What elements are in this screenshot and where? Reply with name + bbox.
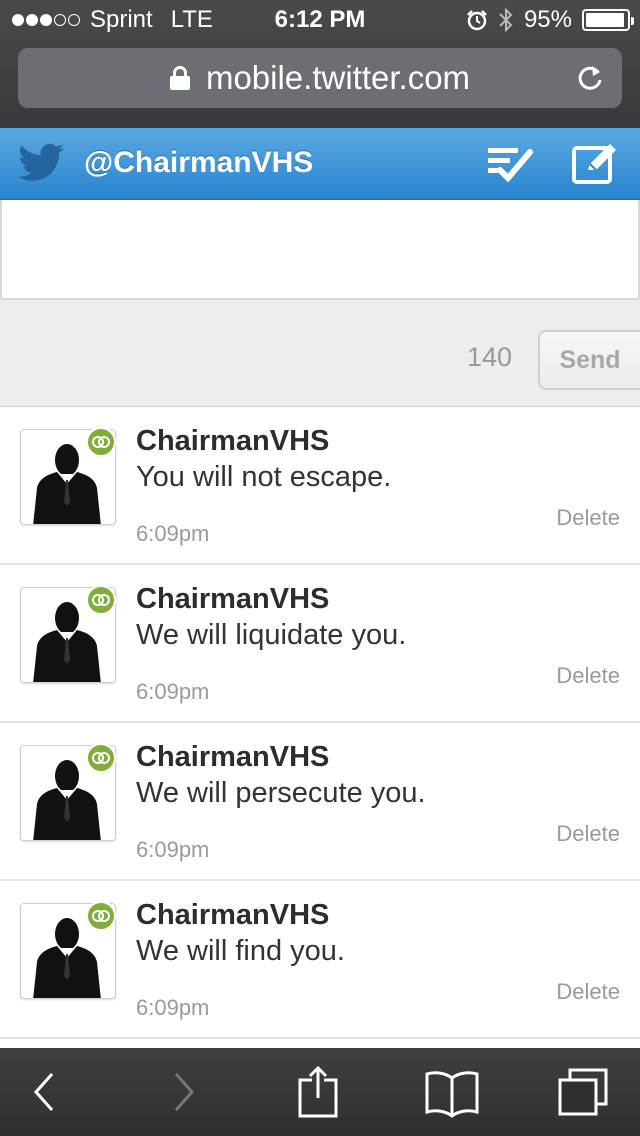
message-sender[interactable]: ChairmanVHS xyxy=(136,899,329,932)
character-count: 140 xyxy=(466,342,512,372)
tabs-icon[interactable] xyxy=(556,1066,612,1118)
delete-link[interactable]: Delete xyxy=(556,663,620,689)
verified-badge-icon xyxy=(86,901,116,931)
message-time: 6:09pm xyxy=(136,995,210,1020)
verified-badge-icon xyxy=(86,427,116,457)
delete-link[interactable]: Delete xyxy=(556,821,620,847)
message-sender[interactable]: ChairmanVHS xyxy=(136,741,329,774)
alarm-icon xyxy=(467,10,487,31)
message-input[interactable] xyxy=(0,200,640,300)
battery-percent: 95% xyxy=(523,6,572,33)
status-right: 95% xyxy=(466,6,634,34)
verified-badge-icon xyxy=(86,743,116,773)
message-text: We will persecute you. xyxy=(136,777,426,809)
bluetooth-icon xyxy=(499,7,513,33)
browser-toolbar xyxy=(0,1048,640,1136)
message-row[interactable]: ChairmanVHS We will find you. 6:09pm Delete xyxy=(0,881,640,1039)
compose-area: 140 Send xyxy=(0,200,640,407)
twitter-header: @ChairmanVHS xyxy=(0,128,640,200)
twitter-bird-icon[interactable] xyxy=(18,142,66,184)
delete-link[interactable]: Delete xyxy=(556,505,620,531)
message-list: ChairmanVHS You will not escape. 6:09pm Del… xyxy=(0,407,640,1039)
back-icon[interactable] xyxy=(28,1066,60,1118)
account-handle[interactable]: @ChairmanVHS xyxy=(84,146,313,180)
message-time: 6:09pm xyxy=(136,837,210,862)
message-text: We will liquidate you. xyxy=(136,619,407,651)
message-sender[interactable]: ChairmanVHS xyxy=(136,583,329,616)
share-icon[interactable] xyxy=(296,1066,340,1118)
check-list-icon[interactable] xyxy=(486,144,534,184)
lock-icon xyxy=(169,66,190,90)
message-row[interactable]: ChairmanVHS We will liquidate you. 6:09pm D… xyxy=(0,565,640,723)
message-time: 6:09pm xyxy=(136,679,210,704)
bookmarks-icon[interactable] xyxy=(424,1066,480,1118)
message-text: You will not escape. xyxy=(136,461,392,493)
browser-chrome: Sprint LTE 6:12 PM 95% mobile.twitter.co… xyxy=(0,0,640,128)
message-time: 6:09pm xyxy=(136,521,210,546)
message-row[interactable]: ChairmanVHS We will persecute you. 6:09pm D… xyxy=(0,723,640,881)
reload-icon[interactable] xyxy=(576,64,604,92)
url-text: mobile.twitter.com xyxy=(205,59,471,96)
forward-icon[interactable] xyxy=(168,1066,200,1118)
message-row[interactable]: ChairmanVHS You will not escape. 6:09pm Del… xyxy=(0,407,640,565)
message-sender[interactable]: ChairmanVHS xyxy=(136,425,329,458)
address-bar[interactable]: mobile.twitter.com xyxy=(18,48,622,108)
delete-link[interactable]: Delete xyxy=(556,979,620,1005)
send-button[interactable]: Send xyxy=(538,330,640,390)
status-bar: Sprint LTE 6:12 PM 95% xyxy=(0,0,640,40)
battery-level-fill xyxy=(586,13,624,27)
message-text: We will find you. xyxy=(136,935,345,967)
verified-badge-icon xyxy=(86,585,116,615)
compose-icon[interactable] xyxy=(570,142,618,186)
battery-icon xyxy=(582,9,634,31)
